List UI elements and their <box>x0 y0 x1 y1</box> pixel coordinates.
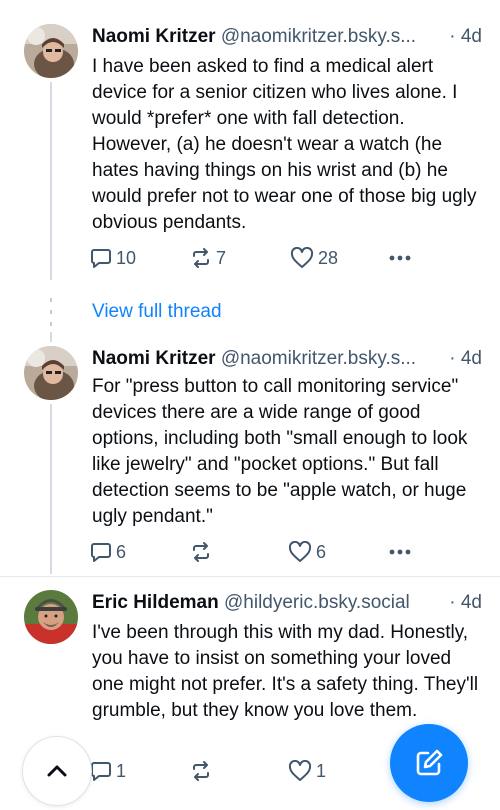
ellipsis-icon <box>389 255 411 261</box>
post-actions: 1 1 <box>90 758 420 784</box>
like-button[interactable]: 28 <box>290 245 338 271</box>
view-full-thread-link[interactable]: View full thread <box>92 300 222 324</box>
chevron-up-icon <box>47 765 67 777</box>
reply-button[interactable]: 1 <box>90 758 126 784</box>
time-separator: · <box>449 348 456 369</box>
scroll-to-top-button[interactable] <box>22 736 92 806</box>
author-name[interactable]: Naomi Kritzer <box>92 348 216 369</box>
post-divider <box>0 576 500 577</box>
reply-count: 1 <box>116 760 127 781</box>
reply-button[interactable]: 6 <box>90 539 126 565</box>
repost-button[interactable] <box>190 758 216 784</box>
post-text: I've been through this with my dad. Hone… <box>92 622 479 721</box>
post-time[interactable]: 4d <box>461 592 482 613</box>
pencil-square-icon <box>416 749 443 776</box>
reply-count: 6 <box>116 541 127 562</box>
post-text: I have been asked to find a medical aler… <box>92 56 477 233</box>
speech-bubble-icon <box>91 762 111 781</box>
heart-icon <box>288 760 312 781</box>
post-actions: 10 7 28 <box>90 245 420 271</box>
repost-button[interactable] <box>190 539 216 565</box>
thread-dot <box>50 298 52 302</box>
ellipsis-icon <box>389 549 411 555</box>
post-time-wrap: · 4d <box>449 347 482 371</box>
avatar[interactable] <box>24 346 78 400</box>
post-time[interactable]: 4d <box>461 26 482 47</box>
like-count: 28 <box>318 247 339 268</box>
thread-dot <box>50 322 52 326</box>
avatar[interactable] <box>24 590 78 644</box>
post-time[interactable]: 4d <box>461 348 482 369</box>
repost-count: 7 <box>216 247 227 268</box>
heart-icon <box>290 247 314 268</box>
author-name[interactable]: Naomi Kritzer <box>92 26 216 47</box>
thread-view: Naomi Kritzer @naomikritzer.bsky.s... · … <box>0 0 500 810</box>
author-handle[interactable]: @naomikritzer.bsky.s... <box>221 26 416 47</box>
post-header: Eric Hildeman @hildyeric.bsky.social · 4… <box>92 591 482 615</box>
post-header: Naomi Kritzer @naomikritzer.bsky.s... · … <box>92 347 482 371</box>
thread-dot <box>50 310 52 314</box>
time-separator: · <box>449 592 456 613</box>
post-text: For "press button to call monitoring ser… <box>92 376 468 527</box>
post-time-wrap: · 4d <box>449 591 482 615</box>
post[interactable]: Naomi Kritzer @naomikritzer.bsky.s... · … <box>0 346 500 574</box>
speech-bubble-icon <box>91 543 111 562</box>
reply-button[interactable]: 10 <box>90 245 136 271</box>
heart-icon <box>288 541 312 562</box>
repost-button[interactable]: 7 <box>190 245 226 271</box>
avatar-image <box>24 346 78 400</box>
avatar-image <box>24 24 78 78</box>
repost-arrows-icon <box>193 248 209 268</box>
compose-button[interactable] <box>390 724 468 802</box>
author-handle[interactable]: @hildyeric.bsky.social <box>224 592 410 613</box>
like-button[interactable]: 6 <box>288 539 326 565</box>
thread-connector-line <box>50 332 52 342</box>
more-options-button[interactable] <box>388 539 412 565</box>
post-time-wrap: · 4d <box>449 25 482 49</box>
time-separator: · <box>449 26 456 47</box>
repost-arrows-icon <box>193 761 209 781</box>
more-options-button[interactable] <box>388 245 412 271</box>
author-name[interactable]: Eric Hildeman <box>92 592 219 613</box>
like-count: 6 <box>316 541 327 562</box>
post-header: Naomi Kritzer @naomikritzer.bsky.s... · … <box>92 25 482 49</box>
author-handle[interactable]: @naomikritzer.bsky.s... <box>221 348 416 369</box>
avatar[interactable] <box>24 24 78 78</box>
speech-bubble-icon <box>91 249 111 268</box>
reply-count: 10 <box>116 247 137 268</box>
like-count: 1 <box>316 760 327 781</box>
post-actions: 6 6 <box>90 539 420 565</box>
avatar-image <box>24 590 78 644</box>
post[interactable]: Naomi Kritzer @naomikritzer.bsky.s... · … <box>0 0 500 290</box>
repost-arrows-icon <box>193 542 209 562</box>
like-button[interactable]: 1 <box>288 758 326 784</box>
